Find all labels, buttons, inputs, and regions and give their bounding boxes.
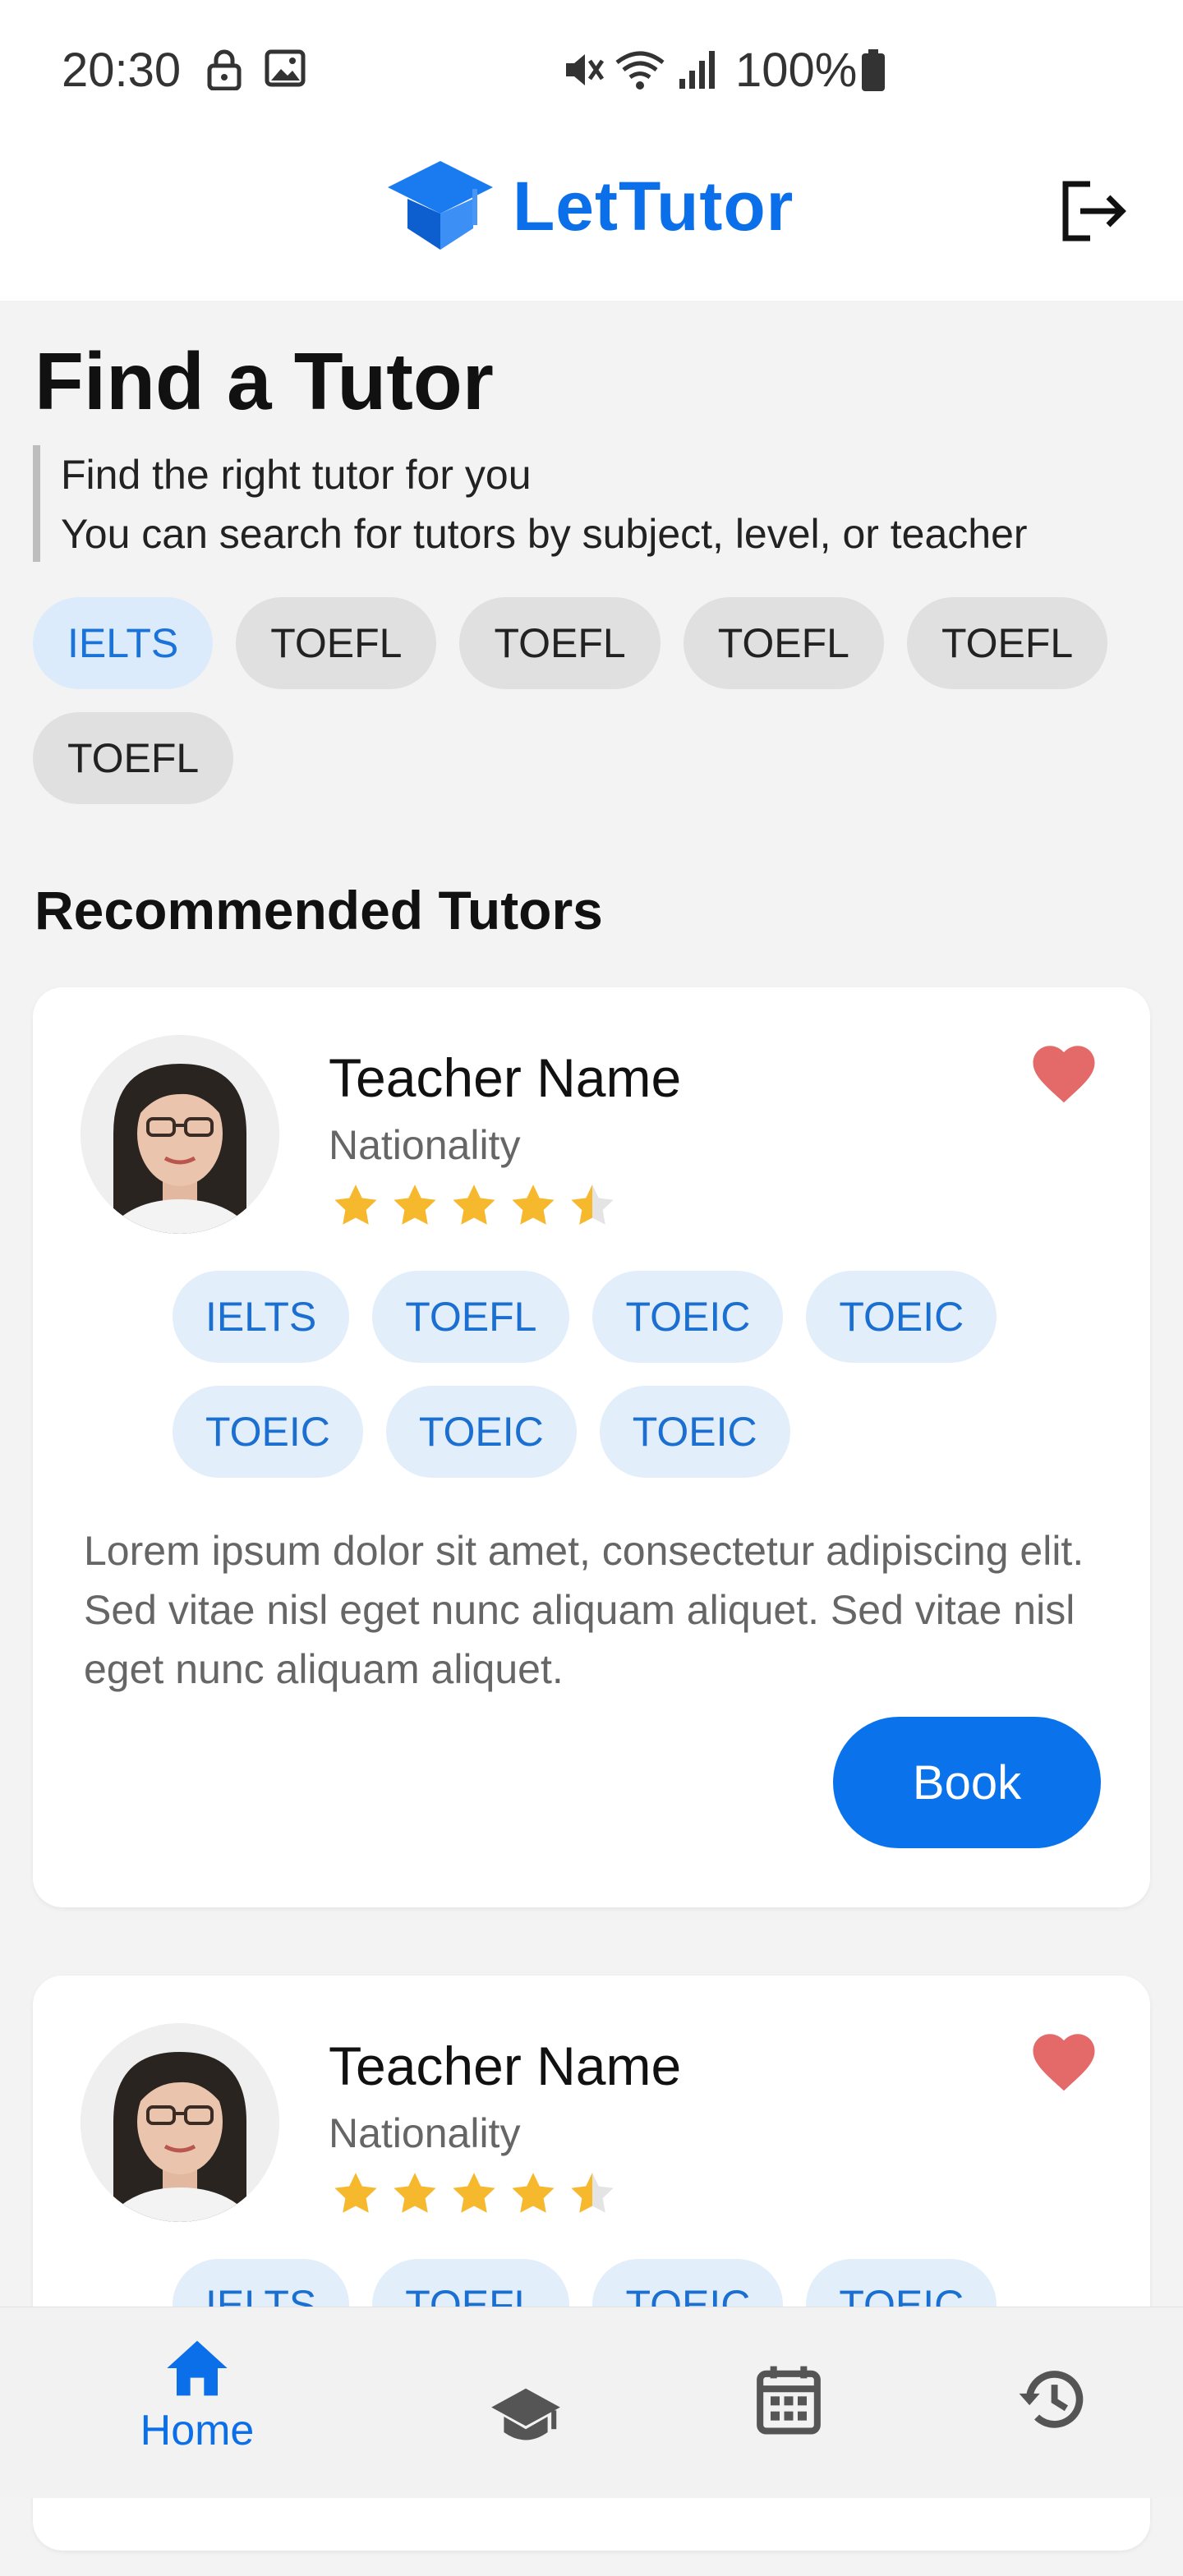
filter-chip[interactable]: TOEFL bbox=[459, 597, 661, 689]
avatar bbox=[81, 1035, 279, 1234]
page-subtitle: Find the right tutor for you You can sea… bbox=[33, 445, 1028, 562]
star-icon bbox=[512, 1184, 555, 1225]
status-time: 20:30 bbox=[62, 44, 182, 97]
book-button[interactable]: Book bbox=[833, 1717, 1101, 1848]
tutor-tag: TOEFL bbox=[372, 1271, 570, 1363]
subtitle-line-2: You can search for tutors by subject, le… bbox=[61, 511, 1028, 557]
tutor-tag: TOEIC bbox=[173, 1386, 363, 1478]
avatar-image bbox=[81, 2023, 279, 2222]
tutor-nationality: Nationality bbox=[329, 1122, 521, 1168]
filter-chip[interactable]: TOEFL bbox=[906, 597, 1108, 689]
nav-label-home: Home bbox=[140, 2407, 255, 2454]
star-icon bbox=[453, 1184, 495, 1225]
favorite-button[interactable] bbox=[1027, 2025, 1101, 2099]
logout-icon bbox=[1062, 181, 1126, 242]
subtitle-line-1: Find the right tutor for you bbox=[61, 452, 532, 498]
app-name: LetTutor bbox=[513, 167, 794, 245]
filter-chip[interactable]: TOEFL bbox=[236, 597, 437, 689]
section-title: Recommended Tutors bbox=[35, 880, 603, 941]
heart-icon bbox=[1033, 2034, 1095, 2091]
tutor-tag: TOEIC bbox=[385, 1386, 577, 1478]
signal-icon bbox=[679, 51, 715, 89]
nav-courses[interactable] bbox=[485, 2385, 567, 2576]
calendar-icon bbox=[757, 2366, 821, 2435]
star-half-icon bbox=[571, 1184, 614, 1225]
battery-percent: 100% bbox=[735, 44, 858, 97]
tutor-tag: TOEIC bbox=[806, 1271, 997, 1363]
image-icon bbox=[265, 49, 306, 87]
tutor-description: Lorem ipsum dolor sit amet, consectetur … bbox=[84, 1528, 1084, 1692]
rating-stars bbox=[330, 2169, 618, 2220]
tutor-tags: IELTS TOEFL TOEIC TOEIC TOEIC TOEIC TOEI… bbox=[173, 1271, 1043, 1478]
star-icon bbox=[334, 1184, 377, 1225]
filter-chip[interactable]: IELTS bbox=[33, 597, 214, 689]
tutor-tag: TOEIC bbox=[599, 1386, 790, 1478]
history-icon bbox=[1019, 2371, 1084, 2428]
nav-history[interactable] bbox=[1012, 2367, 1091, 2557]
mute-icon bbox=[566, 54, 605, 85]
avatar bbox=[81, 2023, 279, 2222]
tutor-nationality: Nationality bbox=[329, 2110, 521, 2156]
logout-button[interactable] bbox=[1056, 174, 1130, 248]
bottom-nav: Home bbox=[0, 2307, 1183, 2498]
wifi-icon bbox=[615, 51, 665, 90]
tutor-tag: IELTS bbox=[173, 1271, 350, 1363]
graduation-cap-icon bbox=[491, 2388, 560, 2440]
filter-chip[interactable]: TOEFL bbox=[33, 712, 234, 804]
heart-icon bbox=[1033, 1046, 1095, 1103]
nav-schedule[interactable] bbox=[752, 2363, 826, 2554]
rating-stars bbox=[330, 1180, 618, 1231]
battery-icon bbox=[862, 49, 885, 91]
nav-home[interactable]: Home bbox=[131, 2337, 263, 2528]
tutor-tag: TOEIC bbox=[592, 1271, 784, 1363]
page-title: Find a Tutor bbox=[35, 336, 494, 426]
home-icon bbox=[167, 2340, 228, 2396]
tutor-name: Teacher Name bbox=[329, 1047, 682, 1108]
filter-chips: IELTS TOEFL TOEFL TOEFL TOEFL TOEFL bbox=[33, 597, 1167, 804]
graduation-cap-icon bbox=[388, 161, 493, 250]
app-logo[interactable]: LetTutor bbox=[384, 158, 794, 255]
star-icon bbox=[394, 1184, 436, 1225]
avatar-image bbox=[81, 1035, 279, 1234]
filter-chip[interactable]: TOEFL bbox=[683, 597, 884, 689]
star-icon bbox=[394, 2173, 436, 2213]
tutor-card[interactable]: Teacher Name Nationality IELTS TOEFL TOE… bbox=[33, 987, 1150, 1907]
app-header: LetTutor bbox=[0, 140, 1183, 301]
star-icon bbox=[334, 2173, 377, 2213]
star-icon bbox=[453, 2173, 495, 2213]
status-bar: 20:30 100% bbox=[0, 0, 1183, 140]
star-half-icon bbox=[571, 2173, 614, 2213]
favorite-button[interactable] bbox=[1027, 1037, 1101, 1111]
lock-icon bbox=[207, 49, 242, 90]
tutor-name: Teacher Name bbox=[329, 2036, 682, 2096]
star-icon bbox=[512, 2173, 555, 2213]
